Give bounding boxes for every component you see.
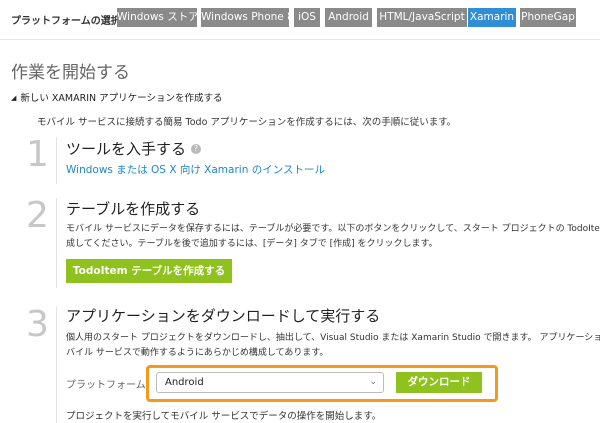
step-2-title: テーブルを作成する: [66, 200, 201, 218]
step-1-title-text: ツールを入手する: [66, 140, 187, 158]
page-title: 作業を開始する: [11, 63, 130, 83]
step-2-desc-line-2: 成してください。テーブルを後で追加するには、[データ] タブで [作成] をクリ…: [66, 239, 438, 249]
step-2-number: 2: [26, 195, 49, 236]
platform-select-label: プラットフォーム:: [66, 380, 150, 391]
triangle-down-icon: ◢: [11, 94, 17, 102]
section-toggle[interactable]: ◢ 新しい XAMARIN アプリケーションを作成する: [11, 90, 222, 104]
step-3-desc-line-1: 個人用のスタート プロジェクトをダウンロードし、抽出して、Visual Stud…: [66, 333, 600, 343]
help-icon[interactable]: ?: [191, 144, 202, 154]
step-2-divider: [56, 198, 57, 288]
step-2-desc-line-1: モバイル サービスにデータを保存するには、テーブルが必要です。以下のボタンをクリ…: [66, 224, 600, 234]
step-3-desc-line-2: バイル サービスで動作するようにあらかじめ構成してあります。: [66, 348, 329, 358]
step-1-title: ツールを入手する?: [66, 138, 202, 159]
tab-android[interactable]: Android: [325, 8, 372, 27]
step-3-title: アプリケーションをダウンロードして実行する: [66, 307, 381, 325]
tab-phonegap[interactable]: PhoneGap: [520, 8, 576, 27]
run-project-text: プロジェクトを実行してモバイル サービスでデータの操作を開始します。: [66, 411, 382, 422]
tab-ios[interactable]: iOS: [294, 8, 320, 27]
highlight-frame: [146, 365, 498, 402]
step-3-divider: [56, 307, 57, 423]
tab-windows-phone-8[interactable]: Windows Phone 8: [201, 8, 294, 27]
tab-html-javascript[interactable]: HTML/JavaScript: [377, 8, 467, 27]
step-3-number: 3: [26, 304, 49, 345]
intro-text: モバイル サービスに接続する簡易 Todo アプリケーションを作成するには、次の…: [37, 117, 457, 128]
create-table-button[interactable]: TodoItem テーブルを作成する: [66, 259, 232, 283]
install-xamarin-link[interactable]: Windows または OS X 向け Xamarin のインストール: [66, 162, 325, 177]
step-1-number: 1: [26, 134, 49, 175]
step-1-divider: [56, 137, 57, 184]
tab-xamarin[interactable]: Xamarin: [468, 8, 516, 27]
tab-windows-store[interactable]: Windows ストア: [117, 8, 199, 27]
section-toggle-label: 新しい XAMARIN アプリケーションを作成する: [20, 93, 223, 104]
platform-label: プラットフォームの選択: [11, 16, 121, 27]
platform-bar: プラットフォームの選択 Windows ストア Windows Phone 8 …: [0, 0, 600, 40]
